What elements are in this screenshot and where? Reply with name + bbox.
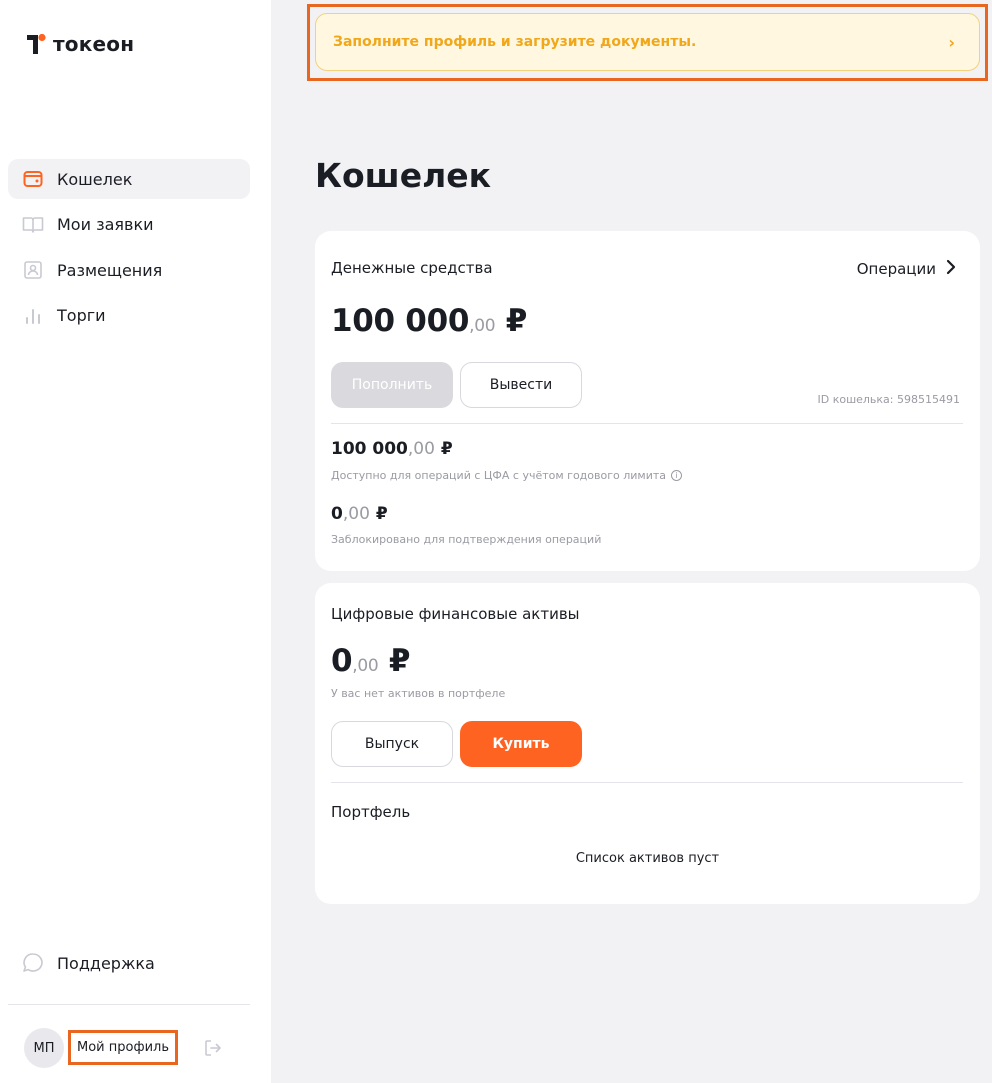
wallet-id: ID кошелька: 598515491 (817, 393, 960, 406)
funds-total-cents: ,00 (469, 316, 496, 336)
sidebar-nav: Кошелек Мои заявки Размещения Торги (8, 159, 250, 341)
card-divider (331, 782, 963, 783)
logout-icon[interactable] (203, 1038, 223, 1058)
funds-total: 100 000,00 ₽ (331, 303, 527, 339)
withdraw-button[interactable]: Вывести (460, 362, 582, 408)
blocked-main: 0 (331, 504, 343, 524)
sidebar-item-label: Размещения (57, 260, 163, 280)
available-hint-text: Доступно для операций с ЦФА с учётом год… (331, 469, 667, 482)
sidebar-divider (8, 1004, 250, 1005)
blocked-hint: Заблокировано для подтверждения операций (331, 533, 602, 546)
sidebar: токеон Кошелек Мои заявки Размещения Тор… (0, 0, 271, 1083)
chat-bubble-icon (22, 952, 44, 974)
operations-label: Операции (856, 260, 936, 278)
tokeon-logo-icon (25, 32, 47, 56)
chart-bars-icon (22, 305, 44, 327)
available-main: 100 000 (331, 439, 408, 459)
info-icon[interactable]: i (671, 470, 683, 481)
funds-total-main: 100 000 (331, 303, 470, 339)
banner-text: Заполните профиль и загрузите документы. (333, 34, 697, 50)
sidebar-item-orders[interactable]: Мои заявки (8, 205, 250, 245)
wallet-icon (22, 168, 44, 190)
dfa-title: Цифровые финансовые активы (331, 605, 580, 623)
support-label: Поддержка (57, 953, 155, 973)
support-link[interactable]: Поддержка (22, 952, 155, 974)
available-amount: 100 000,00 ₽ (331, 439, 453, 459)
book-icon (22, 214, 44, 236)
page-title: Кошелек (315, 156, 492, 195)
blocked-amount: 0,00 ₽ (331, 504, 388, 524)
issue-button[interactable]: Выпуск (331, 721, 453, 767)
brand-name: токеон (53, 32, 135, 56)
dfa-total-cents: ,00 (352, 656, 379, 676)
currency-sign: ₽ (375, 504, 388, 524)
sidebar-item-label: Кошелек (57, 169, 133, 189)
dfa-total-main: 0 (331, 643, 353, 679)
portfolio-title: Портфель (331, 803, 411, 821)
logo[interactable]: токеон (25, 32, 134, 56)
available-cents: ,00 (407, 439, 435, 459)
funds-title: Денежные средства (331, 259, 493, 277)
sidebar-item-placements[interactable]: Размещения (8, 250, 250, 290)
chevron-right-icon (946, 259, 956, 279)
card-divider (331, 423, 963, 424)
buy-button[interactable]: Купить (460, 721, 582, 767)
sidebar-item-label: Торги (57, 306, 106, 325)
sidebar-item-wallet[interactable]: Кошелек (8, 159, 250, 199)
dfa-card: Цифровые финансовые активы 0,00 ₽ У вас … (315, 583, 980, 904)
blocked-cents: ,00 (342, 504, 370, 524)
currency-sign: ₽ (505, 303, 528, 339)
dfa-empty-hint: У вас нет активов в портфеле (331, 687, 506, 700)
avatar[interactable]: МП (24, 1028, 64, 1068)
my-profile-link[interactable]: Мой профиль (68, 1030, 178, 1065)
dfa-total: 0,00 ₽ (331, 643, 411, 679)
chevron-right-icon: › (948, 32, 955, 52)
funds-card: Денежные средства Операции 100 000,00 ₽ … (315, 231, 980, 571)
operations-link[interactable]: Операции (857, 259, 956, 279)
currency-sign: ₽ (440, 439, 453, 459)
currency-sign: ₽ (388, 643, 411, 679)
topup-button[interactable]: Пополнить (331, 362, 453, 408)
sidebar-item-trades[interactable]: Торги (8, 296, 250, 336)
placement-icon (22, 259, 44, 281)
complete-profile-banner[interactable]: Заполните профиль и загрузите документы.… (315, 13, 980, 71)
available-hint: Доступно для операций с ЦФА с учётом год… (331, 469, 683, 482)
portfolio-empty-text: Список активов пуст (575, 851, 720, 866)
sidebar-item-label: Мои заявки (57, 215, 154, 234)
